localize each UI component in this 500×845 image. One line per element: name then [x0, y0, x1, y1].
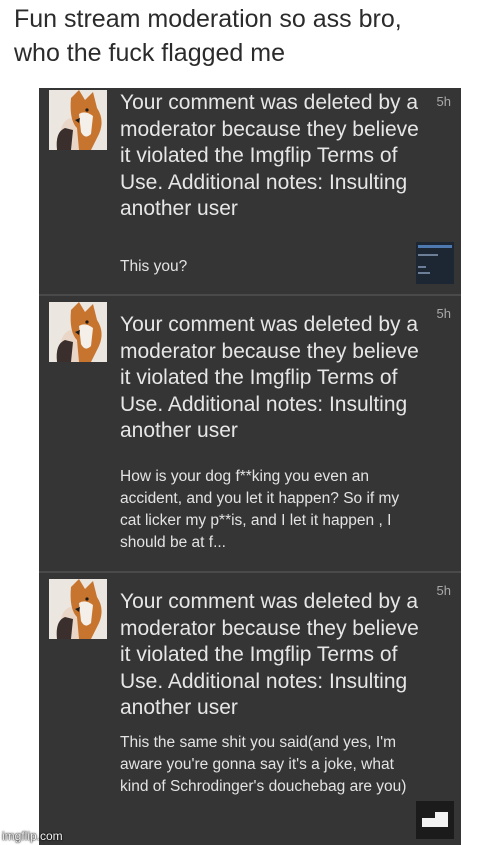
notification-item[interactable]: Your comment was deleted by a moderator … — [39, 296, 461, 573]
notification-message: Your comment was deleted by a moderator … — [120, 313, 419, 443]
notification-message: Your comment was deleted by a moderator … — [120, 91, 419, 221]
thumbnail-title-bar — [418, 245, 452, 248]
thumbnail-shape — [435, 812, 448, 819]
thumbnail-line — [418, 254, 438, 256]
notification-time: 5h — [436, 306, 451, 321]
notifications-screenshot: Your comment was deleted by a moderator … — [39, 88, 461, 845]
comment-preview: How is your dog f**king you even an acci… — [120, 468, 400, 551]
meme-thumbnail[interactable] — [416, 242, 454, 284]
fox-avatar — [49, 90, 107, 150]
notification-time: 5h — [436, 94, 451, 109]
fox-avatar — [49, 302, 107, 362]
thumbnail-line — [418, 272, 430, 274]
fox-avatar — [49, 579, 107, 639]
comment-preview: This the same shit you said(and yes, I'm… — [120, 734, 407, 795]
thumbnail-shape — [422, 818, 448, 827]
comment-preview: This you? — [120, 258, 188, 275]
imgflip-watermark: imgflip.com — [2, 829, 63, 843]
notification-time: 5h — [436, 583, 451, 598]
notification-message: Your comment was deleted by a moderator … — [120, 590, 419, 720]
post-caption: Fun stream moderation so ass bro, who th… — [14, 5, 402, 67]
thumbnail-line — [418, 266, 426, 268]
notification-item[interactable]: Your comment was deleted by a moderator … — [39, 88, 461, 296]
meme-thumbnail[interactable] — [416, 801, 454, 839]
notification-item[interactable]: Your comment was deleted by a moderator … — [39, 573, 461, 845]
